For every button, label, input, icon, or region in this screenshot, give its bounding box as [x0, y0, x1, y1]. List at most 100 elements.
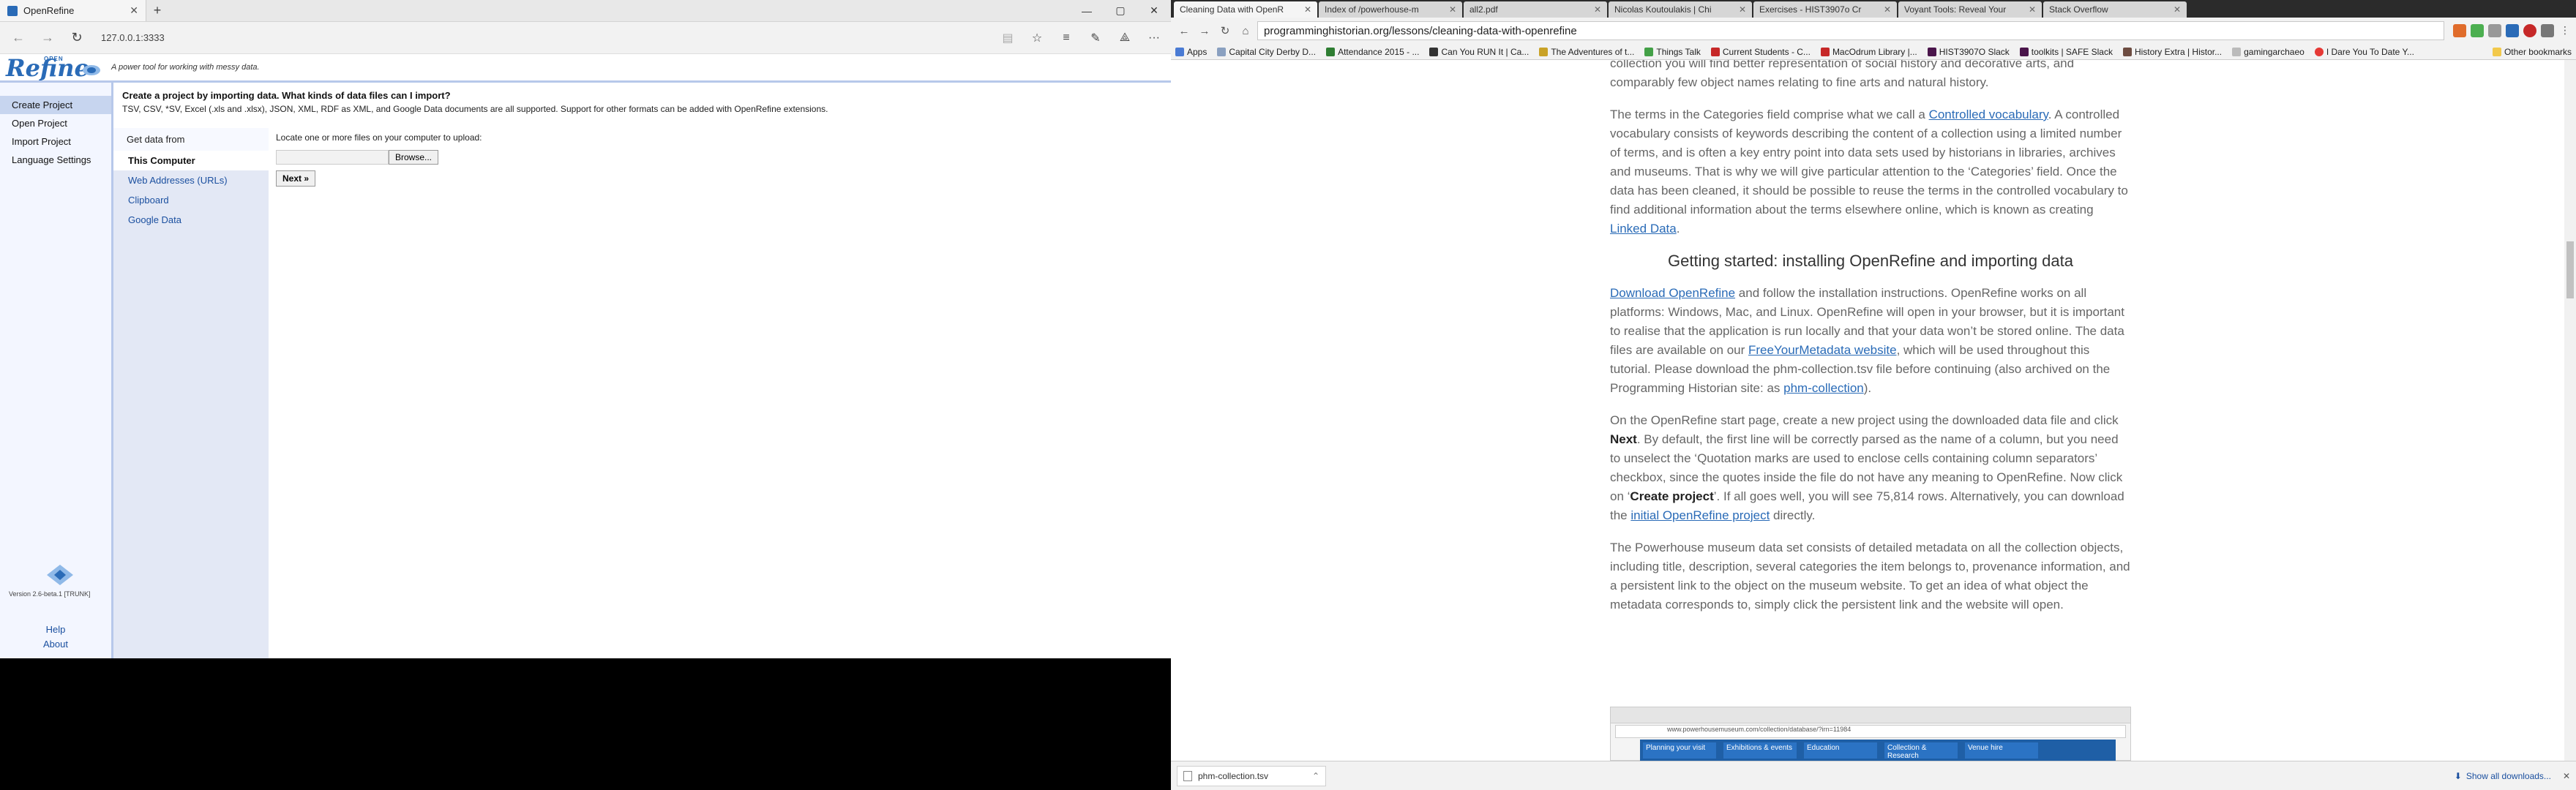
chrome-tab-index[interactable]: Index of /powerhouse-m ✕ — [1319, 1, 1462, 18]
bookmark-label: gamingarchaeo — [2244, 46, 2304, 57]
bookmark-item[interactable]: toolkits | SAFE Slack — [2019, 47, 2113, 57]
extension-icon[interactable] — [2471, 24, 2484, 37]
edge-url-field[interactable]: 127.0.0.1:3333 — [94, 27, 943, 49]
source-web-addresses[interactable]: Web Addresses (URLs) — [113, 170, 269, 190]
source-this-computer[interactable]: This Computer — [113, 151, 269, 170]
maximize-icon[interactable]: ▢ — [1104, 0, 1137, 21]
bookmark-label: Capital City Derby D... — [1229, 46, 1317, 57]
minimize-icon[interactable]: — — [1070, 0, 1104, 21]
linked-data-link[interactable]: Linked Data — [1610, 222, 1677, 236]
forward-icon[interactable]: → — [35, 26, 60, 50]
edge-tab-openrefine[interactable]: OpenRefine ✕ — [0, 0, 146, 21]
download-openrefine-link[interactable]: Download OpenRefine — [1610, 286, 1735, 300]
nav-open-project[interactable]: Open Project — [0, 114, 111, 132]
close-shelf-icon[interactable]: ✕ — [2563, 771, 2570, 781]
web-note-icon[interactable]: ✎ — [1085, 27, 1107, 49]
extension-icon[interactable] — [2523, 24, 2536, 37]
close-tab-icon[interactable]: ✕ — [130, 4, 138, 17]
close-tab-icon[interactable]: ✕ — [1739, 4, 1746, 15]
new-tab-button[interactable]: + — [146, 0, 168, 21]
back-icon[interactable]: ← — [1175, 22, 1193, 40]
text: On the OpenRefine start page, create a n… — [1610, 413, 2119, 427]
source-google-data[interactable]: Google Data — [113, 210, 269, 230]
extension-icon[interactable] — [2541, 24, 2554, 37]
chrome-tab-stackoverflow[interactable]: Stack Overflow ✕ — [2043, 1, 2187, 18]
close-tab-icon[interactable]: ✕ — [1304, 4, 1311, 15]
download-filename: phm-collection.tsv — [1198, 770, 1269, 781]
extension-icon[interactable] — [2506, 24, 2519, 37]
chrome-url-field[interactable]: programminghistorian.org/lessons/cleanin… — [1257, 21, 2444, 40]
bookmark-apps[interactable]: Apps — [1175, 47, 1207, 57]
bookmark-item[interactable]: Things Talk — [1644, 47, 1701, 57]
chrome-tab-nicolas[interactable]: Nicolas Koutoulakis | Chi ✕ — [1609, 1, 1752, 18]
bookmark-item[interactable]: Capital City Derby D... — [1217, 47, 1316, 57]
more-icon[interactable]: ··· — [1143, 27, 1165, 49]
nav-import-project[interactable]: Import Project — [0, 132, 111, 151]
screenshot-nav-item: Venue hire — [1965, 742, 2038, 759]
logo-diamond-icon — [83, 65, 100, 75]
file-path-field[interactable] — [276, 150, 389, 165]
browse-button[interactable]: Browse... — [389, 150, 439, 165]
bookmark-item[interactable]: I Dare You To Date Y... — [2314, 46, 2414, 57]
close-window-icon[interactable]: ✕ — [1137, 0, 1171, 21]
chrome-tab-cleaning-data[interactable]: Cleaning Data with OpenR ✕ — [1174, 1, 1317, 18]
source-clipboard[interactable]: Clipboard — [113, 190, 269, 210]
bookmark-item[interactable]: Attendance 2015 - ... — [1326, 47, 1419, 57]
close-tab-icon[interactable]: ✕ — [2174, 4, 2181, 15]
phm-collection-link[interactable]: phm-collection — [1783, 381, 1864, 395]
bookmark-item[interactable]: Can You RUN It | Ca... — [1429, 47, 1529, 57]
file-icon — [1183, 770, 1192, 781]
edge-address-bar: ← → ↻ 127.0.0.1:3333 ▤ ☆ ≡ ✎ ⟁ ··· — [0, 22, 1171, 54]
show-all-downloads[interactable]: ⬇ Show all downloads... ✕ — [2455, 771, 2570, 781]
next-keyword: Next — [1610, 432, 1637, 446]
page-icon — [1429, 47, 1439, 56]
chrome-tab-exercises[interactable]: Exercises - HIST3907o Cr ✕ — [1753, 1, 1897, 18]
help-link[interactable]: Help — [0, 624, 111, 635]
bookmark-label: I Dare You To Date Y... — [2326, 46, 2414, 57]
back-icon[interactable]: ← — [6, 26, 31, 50]
favorite-star-icon[interactable]: ☆ — [1026, 27, 1048, 49]
page-scrollbar[interactable] — [2564, 60, 2576, 761]
forward-icon[interactable]: → — [1196, 22, 1213, 40]
chrome-tab-strip: Cleaning Data with OpenR ✕ Index of /powe… — [1171, 0, 2576, 18]
controlled-vocabulary-link[interactable]: Controlled vocabulary — [1929, 108, 2048, 121]
paragraph-collection: collection you will find better represen… — [1610, 60, 2131, 92]
next-button[interactable]: Next » — [276, 170, 316, 187]
chrome-tab-pdf[interactable]: all2.pdf ✕ — [1464, 1, 1607, 18]
chevron-up-icon[interactable]: ⌃ — [1312, 771, 1319, 781]
openrefine-favicon-icon — [7, 5, 18, 16]
extension-icon[interactable] — [2453, 24, 2466, 37]
reload-icon[interactable]: ↻ — [1216, 22, 1234, 40]
chrome-tab-voyant[interactable]: Voyant Tools: Reveal Your ✕ — [1898, 1, 2042, 18]
sheets-icon — [1326, 47, 1336, 56]
close-tab-icon[interactable]: ✕ — [1449, 4, 1456, 15]
extension-icon[interactable] — [2488, 24, 2501, 37]
share-icon[interactable]: ⟁ — [1114, 27, 1136, 49]
menu-icon[interactable]: ⋮ — [2558, 24, 2572, 37]
nav-language-settings[interactable]: Language Settings — [0, 151, 111, 169]
carleton-icon — [1820, 47, 1830, 56]
bookmark-item[interactable]: MacOdrum Library |... — [1820, 47, 1917, 57]
initial-project-link[interactable]: initial OpenRefine project — [1630, 508, 1770, 522]
about-link[interactable]: About — [0, 639, 111, 650]
scrollbar-thumb[interactable] — [2566, 241, 2574, 298]
nav-create-project[interactable]: Create Project — [0, 96, 111, 114]
text: directly. — [1770, 508, 1816, 522]
bookmark-item[interactable]: History Extra | Histor... — [2122, 47, 2222, 57]
close-tab-icon[interactable]: ✕ — [1884, 4, 1891, 15]
close-tab-icon[interactable]: ✕ — [1594, 4, 1601, 15]
bookmark-item[interactable]: HIST3907O Slack — [1927, 47, 2010, 57]
bookmark-item[interactable]: gamingarchaeo — [2232, 47, 2304, 57]
hub-icon[interactable]: ≡ — [1055, 27, 1077, 49]
get-data-from-label: Get data from — [113, 128, 269, 151]
download-item[interactable]: phm-collection.tsv ⌃ — [1177, 765, 1326, 786]
slack-icon — [1927, 47, 1936, 56]
bookmark-item[interactable]: The Adventures of t... — [1539, 47, 1634, 57]
home-icon[interactable]: ⌂ — [1237, 22, 1254, 40]
other-bookmarks[interactable]: Other bookmarks — [2492, 47, 2572, 57]
reading-view-icon[interactable]: ▤ — [997, 27, 1019, 49]
refresh-icon[interactable]: ↻ — [64, 26, 89, 50]
bookmark-item[interactable]: Current Students - C... — [1710, 47, 1811, 57]
close-tab-icon[interactable]: ✕ — [2029, 4, 2036, 15]
freeyourmetadata-link[interactable]: FreeYourMetadata website — [1748, 343, 1897, 357]
